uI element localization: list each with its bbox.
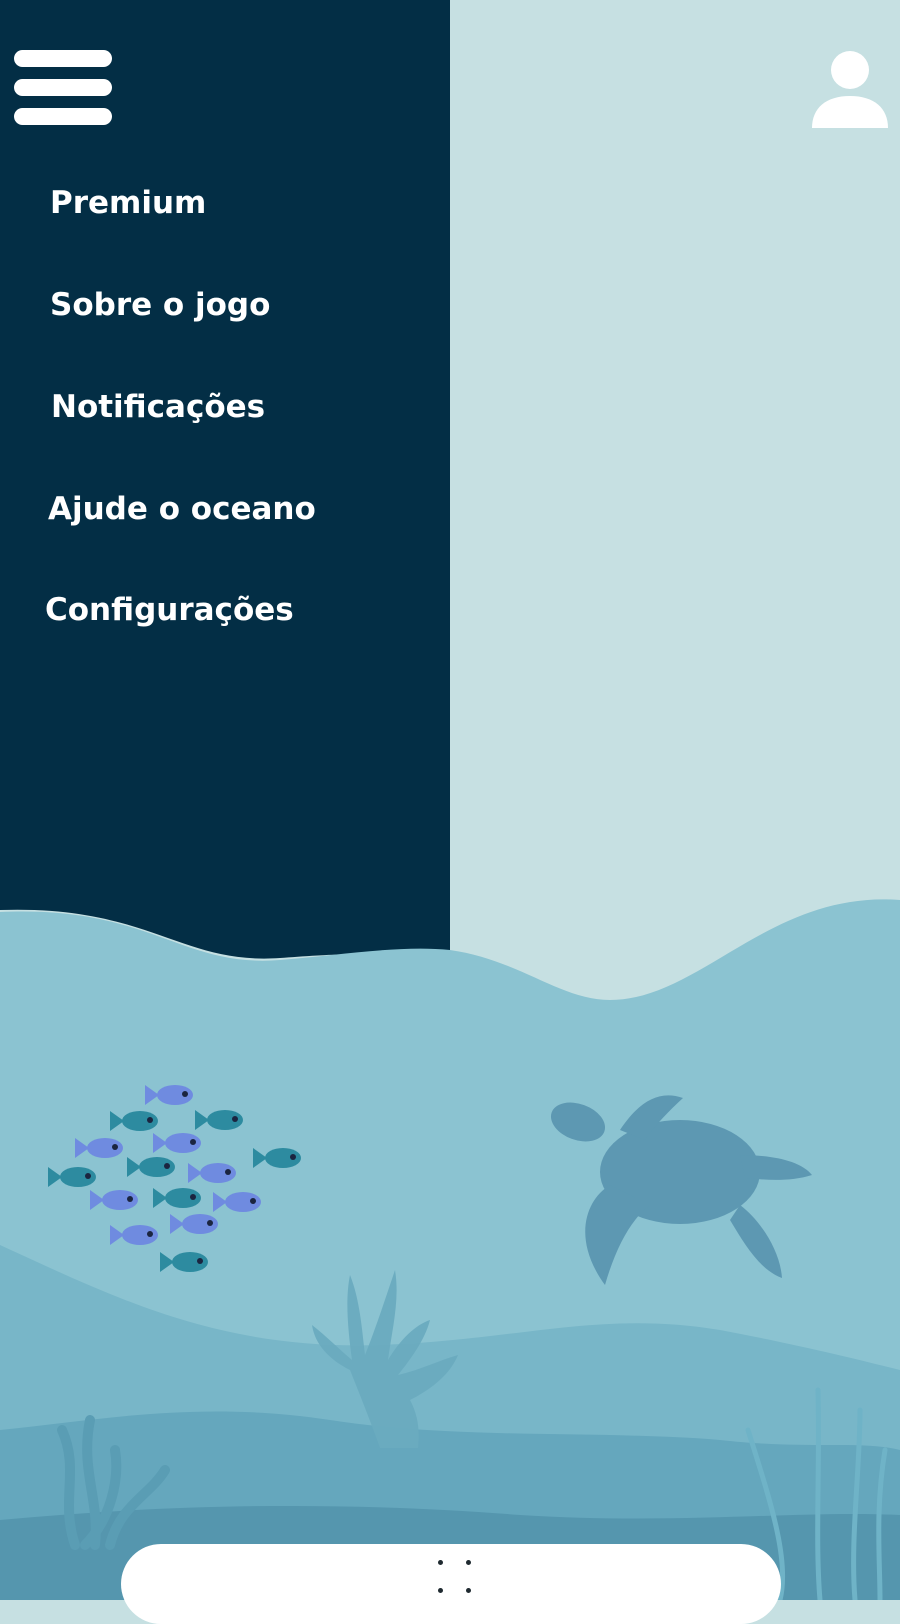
drag-handle-icon	[438, 1588, 443, 1593]
ocean-background	[0, 0, 900, 1600]
menu-item-premium[interactable]: Premium	[50, 185, 206, 221]
menu-item-sobre-o-jogo[interactable]: Sobre o jogo	[50, 287, 270, 323]
bottom-sheet-handle[interactable]	[121, 1544, 781, 1624]
drag-handle-icon	[466, 1588, 471, 1593]
user-profile-icon[interactable]	[812, 50, 888, 128]
hamburger-menu-icon[interactable]	[14, 50, 112, 126]
menu-item-configuracoes[interactable]: Configurações	[45, 592, 294, 628]
menu-item-notificacoes[interactable]: Notificações	[51, 389, 265, 425]
drag-handle-icon	[466, 1560, 471, 1565]
menu-item-ajude-o-oceano[interactable]: Ajude o oceano	[48, 491, 316, 527]
drag-handle-icon	[438, 1560, 443, 1565]
sidebar-panel	[0, 0, 450, 960]
